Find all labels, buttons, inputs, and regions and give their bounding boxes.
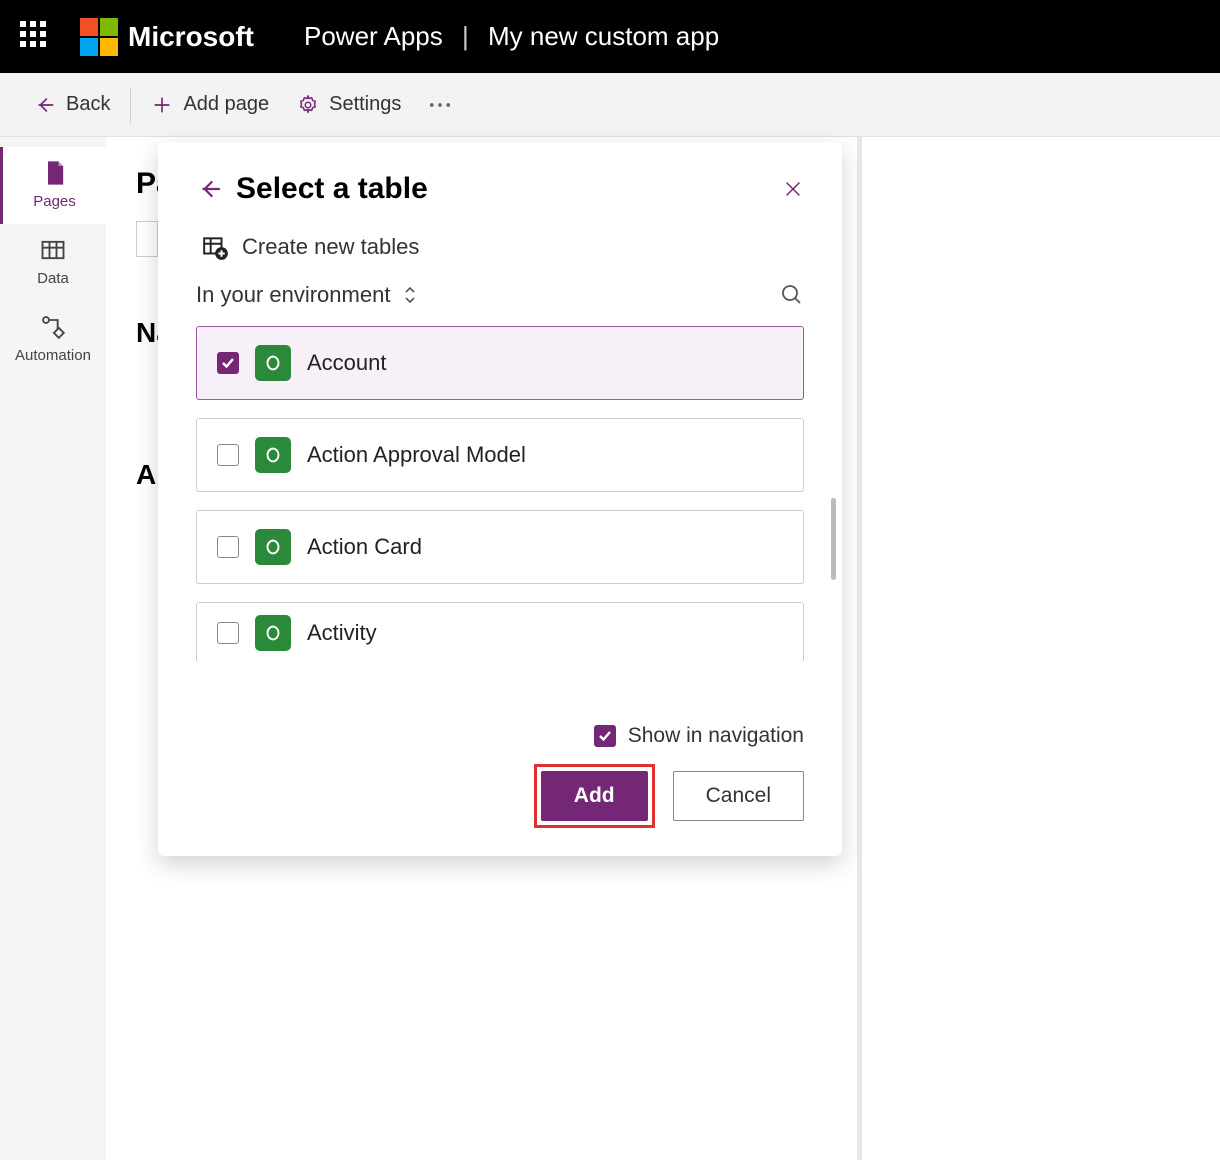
- checkbox[interactable]: [217, 444, 239, 466]
- gear-icon: [297, 94, 319, 116]
- app-launcher-icon[interactable]: [20, 21, 52, 53]
- breadcrumb: Power Apps | My new custom app: [304, 21, 719, 52]
- create-new-tables-button[interactable]: Create new tables: [202, 234, 804, 260]
- settings-button[interactable]: Settings: [283, 85, 415, 124]
- add-page-button[interactable]: Add page: [137, 85, 283, 124]
- back-button[interactable]: Back: [20, 85, 124, 124]
- add-button-label: Add: [574, 784, 615, 808]
- add-page-label: Add page: [183, 93, 269, 116]
- separator: [130, 87, 131, 123]
- dataverse-table-icon: [255, 529, 291, 565]
- brand-name: Microsoft: [128, 21, 254, 53]
- flow-icon: [39, 313, 67, 341]
- search-box-partial[interactable]: [136, 221, 158, 257]
- table-row[interactable]: Activity: [196, 602, 804, 662]
- settings-label: Settings: [329, 93, 401, 116]
- rail-item-automation[interactable]: Automation: [0, 301, 106, 378]
- rail-item-data[interactable]: Data: [0, 224, 106, 301]
- add-button-highlight: Add: [534, 764, 655, 828]
- cancel-button-label: Cancel: [706, 784, 771, 808]
- dialog-back-button[interactable]: [196, 176, 222, 202]
- table-name: Account: [307, 350, 387, 376]
- microsoft-logo-icon: [80, 18, 118, 56]
- sort-icon: [402, 285, 418, 305]
- dataverse-table-icon: [255, 615, 291, 651]
- left-nav-rail: Pages Data Automation: [0, 137, 106, 1160]
- table-row[interactable]: Account: [196, 326, 804, 400]
- search-button[interactable]: [780, 283, 804, 307]
- product-name[interactable]: Power Apps: [304, 21, 443, 51]
- scrollbar[interactable]: [831, 498, 836, 580]
- rail-label: Data: [37, 270, 69, 287]
- table-row[interactable]: Action Approval Model: [196, 418, 804, 492]
- table-name: Action Card: [307, 534, 422, 560]
- command-bar: Back Add page Settings: [0, 73, 1220, 137]
- checkbox[interactable]: [594, 725, 616, 747]
- dataverse-table-icon: [255, 345, 291, 381]
- scope-label: In your environment: [196, 282, 390, 308]
- app-header: Microsoft Power Apps | My new custom app: [0, 0, 1220, 73]
- scope-dropdown[interactable]: In your environment: [196, 282, 418, 308]
- more-horizontal-icon: [429, 102, 451, 108]
- dialog-close-button[interactable]: [782, 178, 804, 200]
- app-name[interactable]: My new custom app: [488, 21, 719, 51]
- table-name: Activity: [307, 620, 377, 646]
- app-canvas: [862, 137, 1220, 1160]
- rail-item-pages[interactable]: Pages: [0, 147, 106, 224]
- table-name: Action Approval Model: [307, 442, 526, 468]
- rail-label: Pages: [33, 193, 76, 210]
- checkbox[interactable]: [217, 352, 239, 374]
- arrow-left-icon: [34, 94, 56, 116]
- cancel-button[interactable]: Cancel: [673, 771, 804, 821]
- table-row[interactable]: Action Card: [196, 510, 804, 584]
- table-list: Account Action Approval Model Action Car…: [196, 326, 804, 716]
- breadcrumb-separator: |: [462, 21, 469, 51]
- show-in-navigation-label: Show in navigation: [628, 724, 804, 748]
- page-icon: [41, 159, 69, 187]
- rail-label: Automation: [15, 347, 91, 364]
- table-add-icon: [202, 234, 228, 260]
- table-icon: [39, 236, 67, 264]
- show-in-navigation-option[interactable]: Show in navigation: [594, 724, 804, 748]
- checkbox[interactable]: [217, 536, 239, 558]
- add-button[interactable]: Add: [541, 771, 648, 821]
- dialog-title: Select a table: [236, 172, 782, 206]
- dataverse-table-icon: [255, 437, 291, 473]
- select-table-dialog: Select a table Create new tables In your…: [158, 142, 842, 856]
- create-new-tables-label: Create new tables: [242, 234, 419, 260]
- back-label: Back: [66, 93, 110, 116]
- more-button[interactable]: [415, 94, 465, 116]
- checkbox[interactable]: [217, 622, 239, 644]
- plus-icon: [151, 94, 173, 116]
